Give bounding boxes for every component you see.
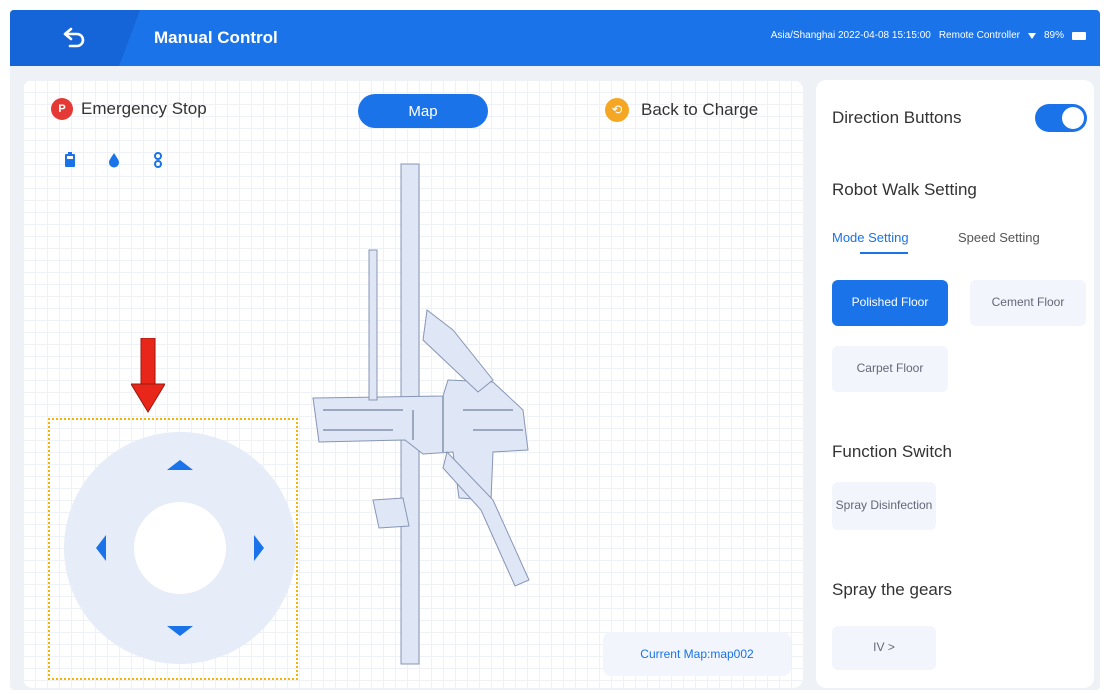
map-room-area — [312, 379, 529, 501]
top-bar: Manual Control Asia/Shanghai 2022-04-08 … — [10, 10, 1100, 66]
robot-walk-setting-title: Robot Walk Setting — [832, 180, 977, 199]
back-to-charge-button[interactable]: ⟲ Back to Charge — [605, 98, 758, 122]
toggle-knob — [1062, 107, 1084, 129]
robot-status-icons — [63, 152, 165, 168]
water-drop-icon — [109, 153, 119, 168]
app-frame: Manual Control Asia/Shanghai 2022-04-08 … — [10, 10, 1100, 690]
charge-icon: ⟲ — [605, 98, 629, 122]
spray-disinfection-button[interactable]: Spray Disinfection — [832, 482, 936, 530]
battery-percent: 89% — [1043, 30, 1064, 41]
settings-panel: Direction Buttons Robot Walk Setting Mod… — [816, 80, 1094, 688]
direction-buttons-label: Direction Buttons — [832, 108, 962, 127]
spray-gear-selector[interactable]: IV > — [832, 626, 936, 670]
polished-floor-button[interactable]: Polished Floor — [832, 280, 948, 326]
cement-floor-button[interactable]: Cement Floor — [970, 280, 1086, 326]
current-map-label: Current Map:map002 — [603, 632, 791, 676]
chevron-down-icon[interactable] — [1027, 32, 1036, 39]
arrow-left-icon[interactable] — [96, 535, 106, 561]
map-panel: P Emergency Stop Map ⟲ Back to Charge Cu… — [23, 80, 803, 688]
link-icon — [154, 152, 162, 168]
arrow-right-icon[interactable] — [254, 535, 264, 561]
battery-icon — [65, 152, 75, 167]
map-corridor-left — [368, 249, 378, 401]
tab-mode-setting[interactable]: Mode Setting — [832, 230, 909, 245]
joystick-highlight-box — [48, 418, 298, 680]
annotation-down-arrow — [131, 338, 165, 413]
arrow-up-icon[interactable] — [167, 460, 193, 470]
joystick-center[interactable] — [134, 502, 226, 594]
emergency-stop-icon: P — [51, 98, 73, 120]
emergency-stop-button[interactable]: P Emergency Stop — [51, 98, 207, 120]
direction-buttons-toggle[interactable] — [1035, 104, 1087, 132]
controller-selector[interactable]: Remote Controller — [939, 30, 1020, 41]
back-to-charge-label: Back to Charge — [641, 100, 759, 119]
tab-active-underline — [860, 252, 908, 254]
map-button[interactable]: Map — [358, 94, 488, 128]
map-corridor-diagonal-top — [422, 309, 494, 393]
datetime-text: Asia/Shanghai 2022-04-08 15:15:00 — [770, 30, 931, 41]
function-switch-title: Function Switch — [832, 442, 952, 461]
arrow-down-icon[interactable] — [167, 626, 193, 636]
battery-icon — [1072, 31, 1086, 40]
map-small-room — [372, 497, 410, 529]
direction-joystick[interactable] — [64, 432, 296, 664]
emergency-stop-label: Emergency Stop — [81, 99, 207, 118]
tab-speed-setting[interactable]: Speed Setting — [958, 230, 1040, 245]
back-arrow-icon[interactable] — [62, 26, 88, 50]
page-title: Manual Control — [154, 28, 278, 47]
spray-gears-title: Spray the gears — [832, 580, 953, 599]
status-bar: Asia/Shanghai 2022-04-08 15:15:00 Remote… — [771, 30, 1086, 41]
carpet-floor-button[interactable]: Carpet Floor — [832, 346, 948, 392]
